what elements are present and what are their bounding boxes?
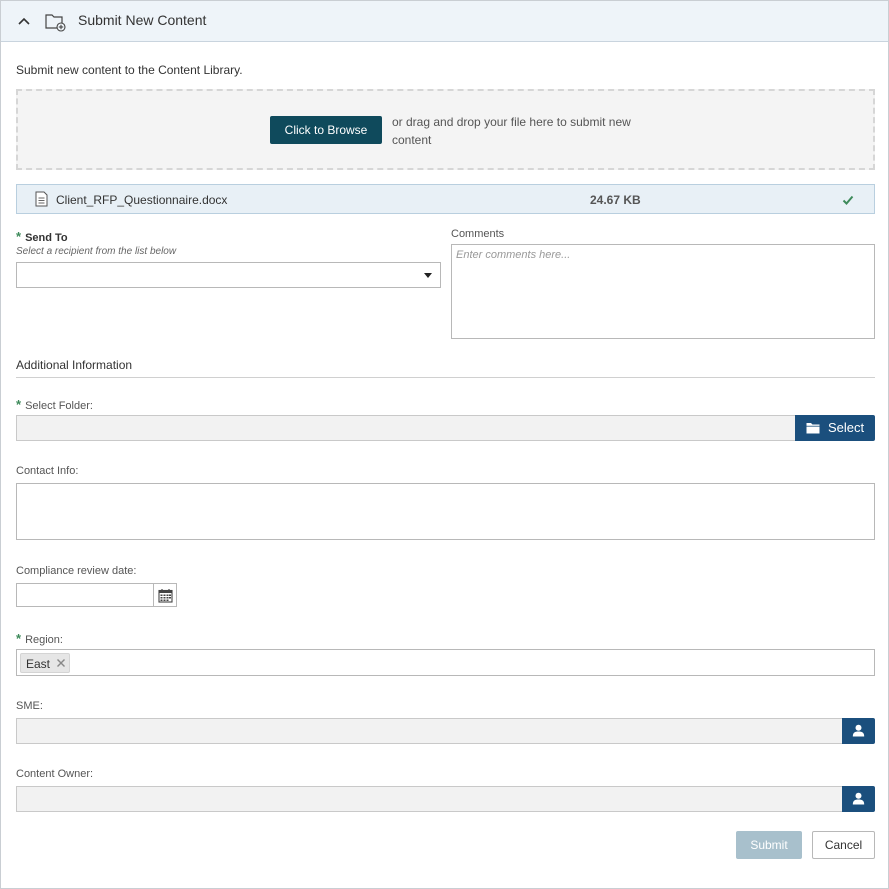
compliance-date-label: Compliance review date: [16, 565, 137, 577]
checkmark-icon [842, 195, 854, 205]
submit-content-panel: Submit New Content Submit new content to… [0, 0, 889, 889]
file-dropzone[interactable]: Click to Browse or drag and drop your fi… [16, 89, 875, 170]
content-owner-label: Content Owner: [16, 768, 94, 780]
calendar-button[interactable] [153, 583, 177, 607]
document-icon [35, 191, 48, 207]
content-owner-field [16, 786, 843, 812]
contact-info-field[interactable] [16, 483, 875, 540]
comments-field[interactable] [451, 244, 875, 339]
required-marker: * [16, 229, 22, 244]
required-marker: * [16, 631, 22, 646]
file-name: Client_RFP_Questionnaire.docx [56, 193, 228, 207]
sme-label: SME: [16, 700, 43, 712]
send-to-select[interactable] [16, 262, 441, 288]
additional-info-heading: Additional Information [16, 358, 133, 372]
region-label-text: Region: [25, 634, 63, 646]
sme-picker-button[interactable] [842, 718, 875, 744]
region-multiselect[interactable]: East [16, 649, 875, 676]
cancel-button[interactable]: Cancel [812, 831, 875, 859]
send-to-hint: Select a recipient from the list below [16, 246, 177, 257]
select-folder-label-text: Select Folder: [25, 400, 93, 412]
send-to-label: * Send To [16, 229, 68, 244]
folder-icon [806, 423, 820, 434]
select-folder-button[interactable]: Select [795, 415, 875, 441]
content-owner-picker-button[interactable] [842, 786, 875, 812]
select-folder-label: * Select Folder: [16, 397, 93, 412]
comments-label: Comments [451, 228, 505, 240]
region-tag: East [20, 653, 70, 673]
section-divider [16, 377, 875, 378]
region-label: * Region: [16, 631, 63, 646]
person-icon [852, 724, 865, 737]
intro-text: Submit new content to the Content Librar… [16, 63, 243, 77]
uploaded-file-row: Client_RFP_Questionnaire.docx 24.67 KB [16, 184, 875, 214]
panel-title: Submit New Content [78, 12, 207, 28]
caret-down-icon [424, 273, 432, 278]
sme-field [16, 718, 843, 744]
folder-path-field [16, 415, 796, 441]
submit-button[interactable]: Submit [736, 831, 802, 859]
chevron-up-icon[interactable] [16, 13, 32, 29]
region-tag-label: East [26, 657, 51, 671]
contact-info-label: Contact Info: [16, 465, 79, 477]
person-icon [852, 792, 865, 805]
compliance-date-input[interactable] [16, 583, 154, 607]
file-size: 24.67 KB [590, 193, 641, 207]
panel-header: Submit New Content [1, 1, 888, 42]
calendar-icon [158, 589, 173, 603]
browse-button[interactable]: Click to Browse [270, 116, 382, 144]
drop-instructions: or drag and drop your file here to submi… [392, 115, 631, 147]
required-marker: * [16, 397, 22, 412]
folder-add-icon [45, 14, 66, 32]
select-button-label: Select [828, 420, 865, 435]
send-to-label-text: Send To [25, 232, 68, 244]
remove-tag-icon[interactable] [54, 656, 68, 670]
